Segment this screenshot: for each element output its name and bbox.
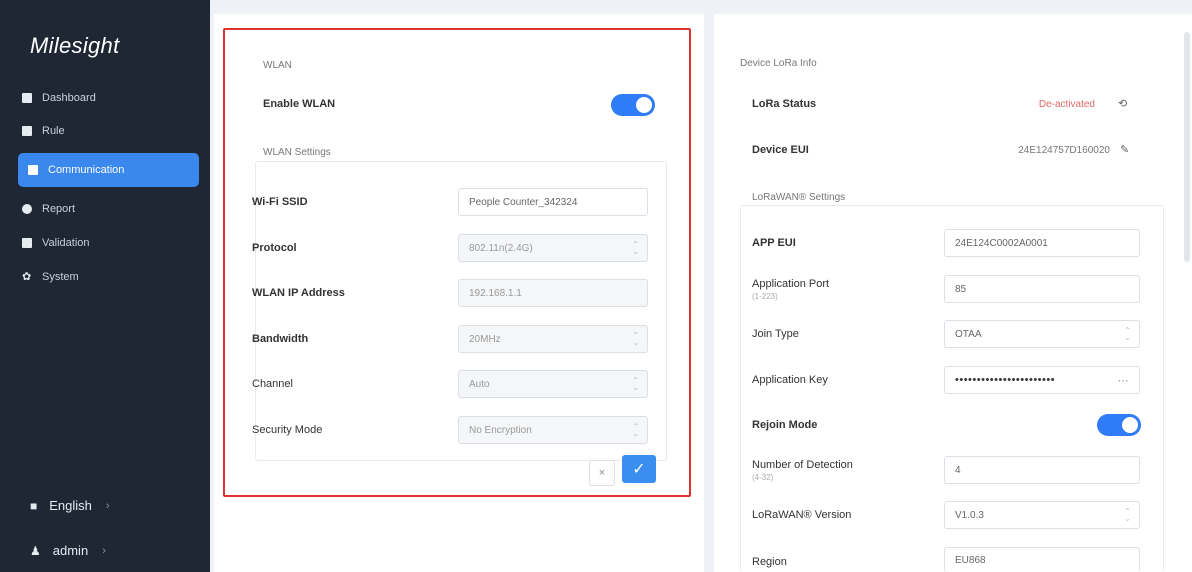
protocol-value: 802.11n(2.4G) [469,242,533,254]
lorawan-version-select[interactable]: V1.0.3 ⌃ ⌄ [944,501,1140,529]
application-port-label: Application Port [752,278,830,290]
bandwidth-select[interactable]: 20MHz ⌃ ⌄ [458,325,648,353]
refresh-icon[interactable]: ⟲ [1118,97,1127,110]
lorawan-version-label: LoRaWAN® Version [752,509,852,521]
wlan-card: WLAN Enable WLAN WLAN Settings Wi-Fi SSI… [223,28,691,497]
channel-select[interactable]: Auto ⌃ ⌄ [458,370,648,398]
bandwidth-label: Bandwidth [252,333,309,345]
dashboard-icon [22,93,32,103]
confirm-button[interactable]: ✓ [622,455,656,483]
wlan-settings-title: WLAN Settings [263,147,331,158]
wlan-ip-input[interactable]: 192.168.1.1 [458,279,648,307]
lorawan-version-value: V1.0.3 [955,509,984,521]
check-icon: ✓ [632,461,646,478]
more-icon: ⋯ [1117,374,1129,387]
join-type-select[interactable]: OTAA ⌃ ⌄ [944,320,1140,348]
user-icon: ♟ [30,543,41,558]
protocol-label: Protocol [252,242,297,254]
region-label: Region [752,556,787,568]
channel-label: Channel [252,378,293,390]
edit-icon[interactable]: ✎ [1120,143,1129,156]
scrollbar[interactable] [1184,32,1190,262]
rule-icon [22,126,32,136]
select-arrows-icon: ⌃ ⌄ [632,376,639,392]
sidebar-item-system[interactable]: ✿ System [22,267,79,287]
sidebar-item-label: Communication [48,164,125,176]
sidebar-item-report[interactable]: Report [22,199,75,219]
application-port-input[interactable]: 85 [944,275,1140,303]
sidebar-item-label: Dashboard [42,92,96,104]
select-arrows-icon: ⌃ ⌄ [632,331,639,347]
sidebar-item-label: Validation [42,237,90,249]
sidebar-item-rule[interactable]: Rule [22,121,65,141]
security-mode-label: Security Mode [252,424,323,436]
security-mode-select[interactable]: No Encryption ⌃ ⌄ [458,416,648,444]
region-select[interactable]: EU868 [944,547,1140,572]
rejoin-mode-toggle[interactable] [1097,414,1141,436]
security-mode-value: No Encryption [469,424,532,436]
number-of-detection-value: 4 [955,464,961,476]
rejoin-mode-label: Rejoin Mode [752,419,818,431]
sidebar-item-communication[interactable]: Communication [18,153,199,187]
sidebar: Milesight Dashboard Rule Communication R… [0,0,210,572]
select-arrows-icon: ⌃ ⌄ [632,240,639,256]
sidebar-item-validation[interactable]: Validation [22,233,90,253]
chevron-right-icon: › [105,499,110,512]
user-label: admin [52,543,89,558]
select-arrows-icon: ⌃ ⌄ [632,422,639,438]
application-port-value: 85 [955,283,967,295]
wifi-ssid-input[interactable]: People Counter_342324 [458,188,648,216]
sidebar-item-label: Rule [42,125,65,137]
close-icon: × [598,467,606,479]
language-icon: ■ [30,498,38,513]
lora-info-title: Device LoRa Info [740,58,817,69]
application-key-label: Application Key [752,374,828,386]
join-type-label: Join Type [752,328,799,340]
enable-wlan-label: Enable WLAN [263,98,336,110]
select-arrows-icon: ⌃ ⌄ [1124,507,1131,523]
app-eui-value: 24E124C0002A0001 [955,237,1048,249]
lora-status-label: LoRa Status [752,98,817,110]
gear-icon: ✿ [22,271,32,283]
lorawan-settings-title: LoRaWAN® Settings [752,192,846,203]
protocol-select[interactable]: 802.11n(2.4G) ⌃ ⌄ [458,234,648,262]
wifi-ssid-label: Wi-Fi SSID [252,196,308,208]
device-eui-label: Device EUI [752,144,809,156]
sidebar-item-label: System [42,271,79,283]
number-of-detection-input[interactable]: 4 [944,456,1140,484]
milesight-logo: Milesight [30,33,120,58]
language-selector[interactable]: ■ English › [30,498,110,513]
report-icon [22,204,32,214]
validation-icon [22,238,32,248]
communication-icon [28,165,38,175]
enable-wlan-toggle[interactable] [611,94,655,116]
cancel-button[interactable]: × [589,460,615,486]
device-eui-value: 24E124757D160020 [1018,145,1110,156]
wifi-ssid-value: People Counter_342324 [469,196,578,208]
user-menu[interactable]: ♟ admin › [30,543,106,558]
sidebar-item-label: Report [42,203,76,215]
region-value: EU868 [955,554,986,566]
app-eui-input[interactable]: 24E124C0002A0001 [944,229,1140,257]
bandwidth-value: 20MHz [469,333,501,345]
language-label: English [49,498,92,513]
join-type-value: OTAA [955,328,982,340]
number-of-detection-label: Number of Detection [752,459,853,471]
wlan-ip-value: 192.168.1.1 [469,287,522,299]
lora-status-value: De-activated [1038,99,1095,110]
application-key-value: ••••••••••••••••••••••• [955,374,1056,386]
select-arrows-icon: ⌃ ⌄ [1124,326,1131,342]
wlan-ip-label: WLAN IP Address [252,287,345,299]
number-of-detection-range: (4-32) [752,473,774,482]
sidebar-item-dashboard[interactable]: Dashboard [22,88,96,108]
application-port-range: (1-223) [752,292,778,301]
chevron-right-icon: › [102,544,106,557]
app-eui-label: APP EUI [752,237,796,249]
application-key-input[interactable]: ••••••••••••••••••••••• ⋯ [944,366,1140,394]
channel-value: Auto [469,378,490,390]
wlan-section-title: WLAN [263,60,292,71]
